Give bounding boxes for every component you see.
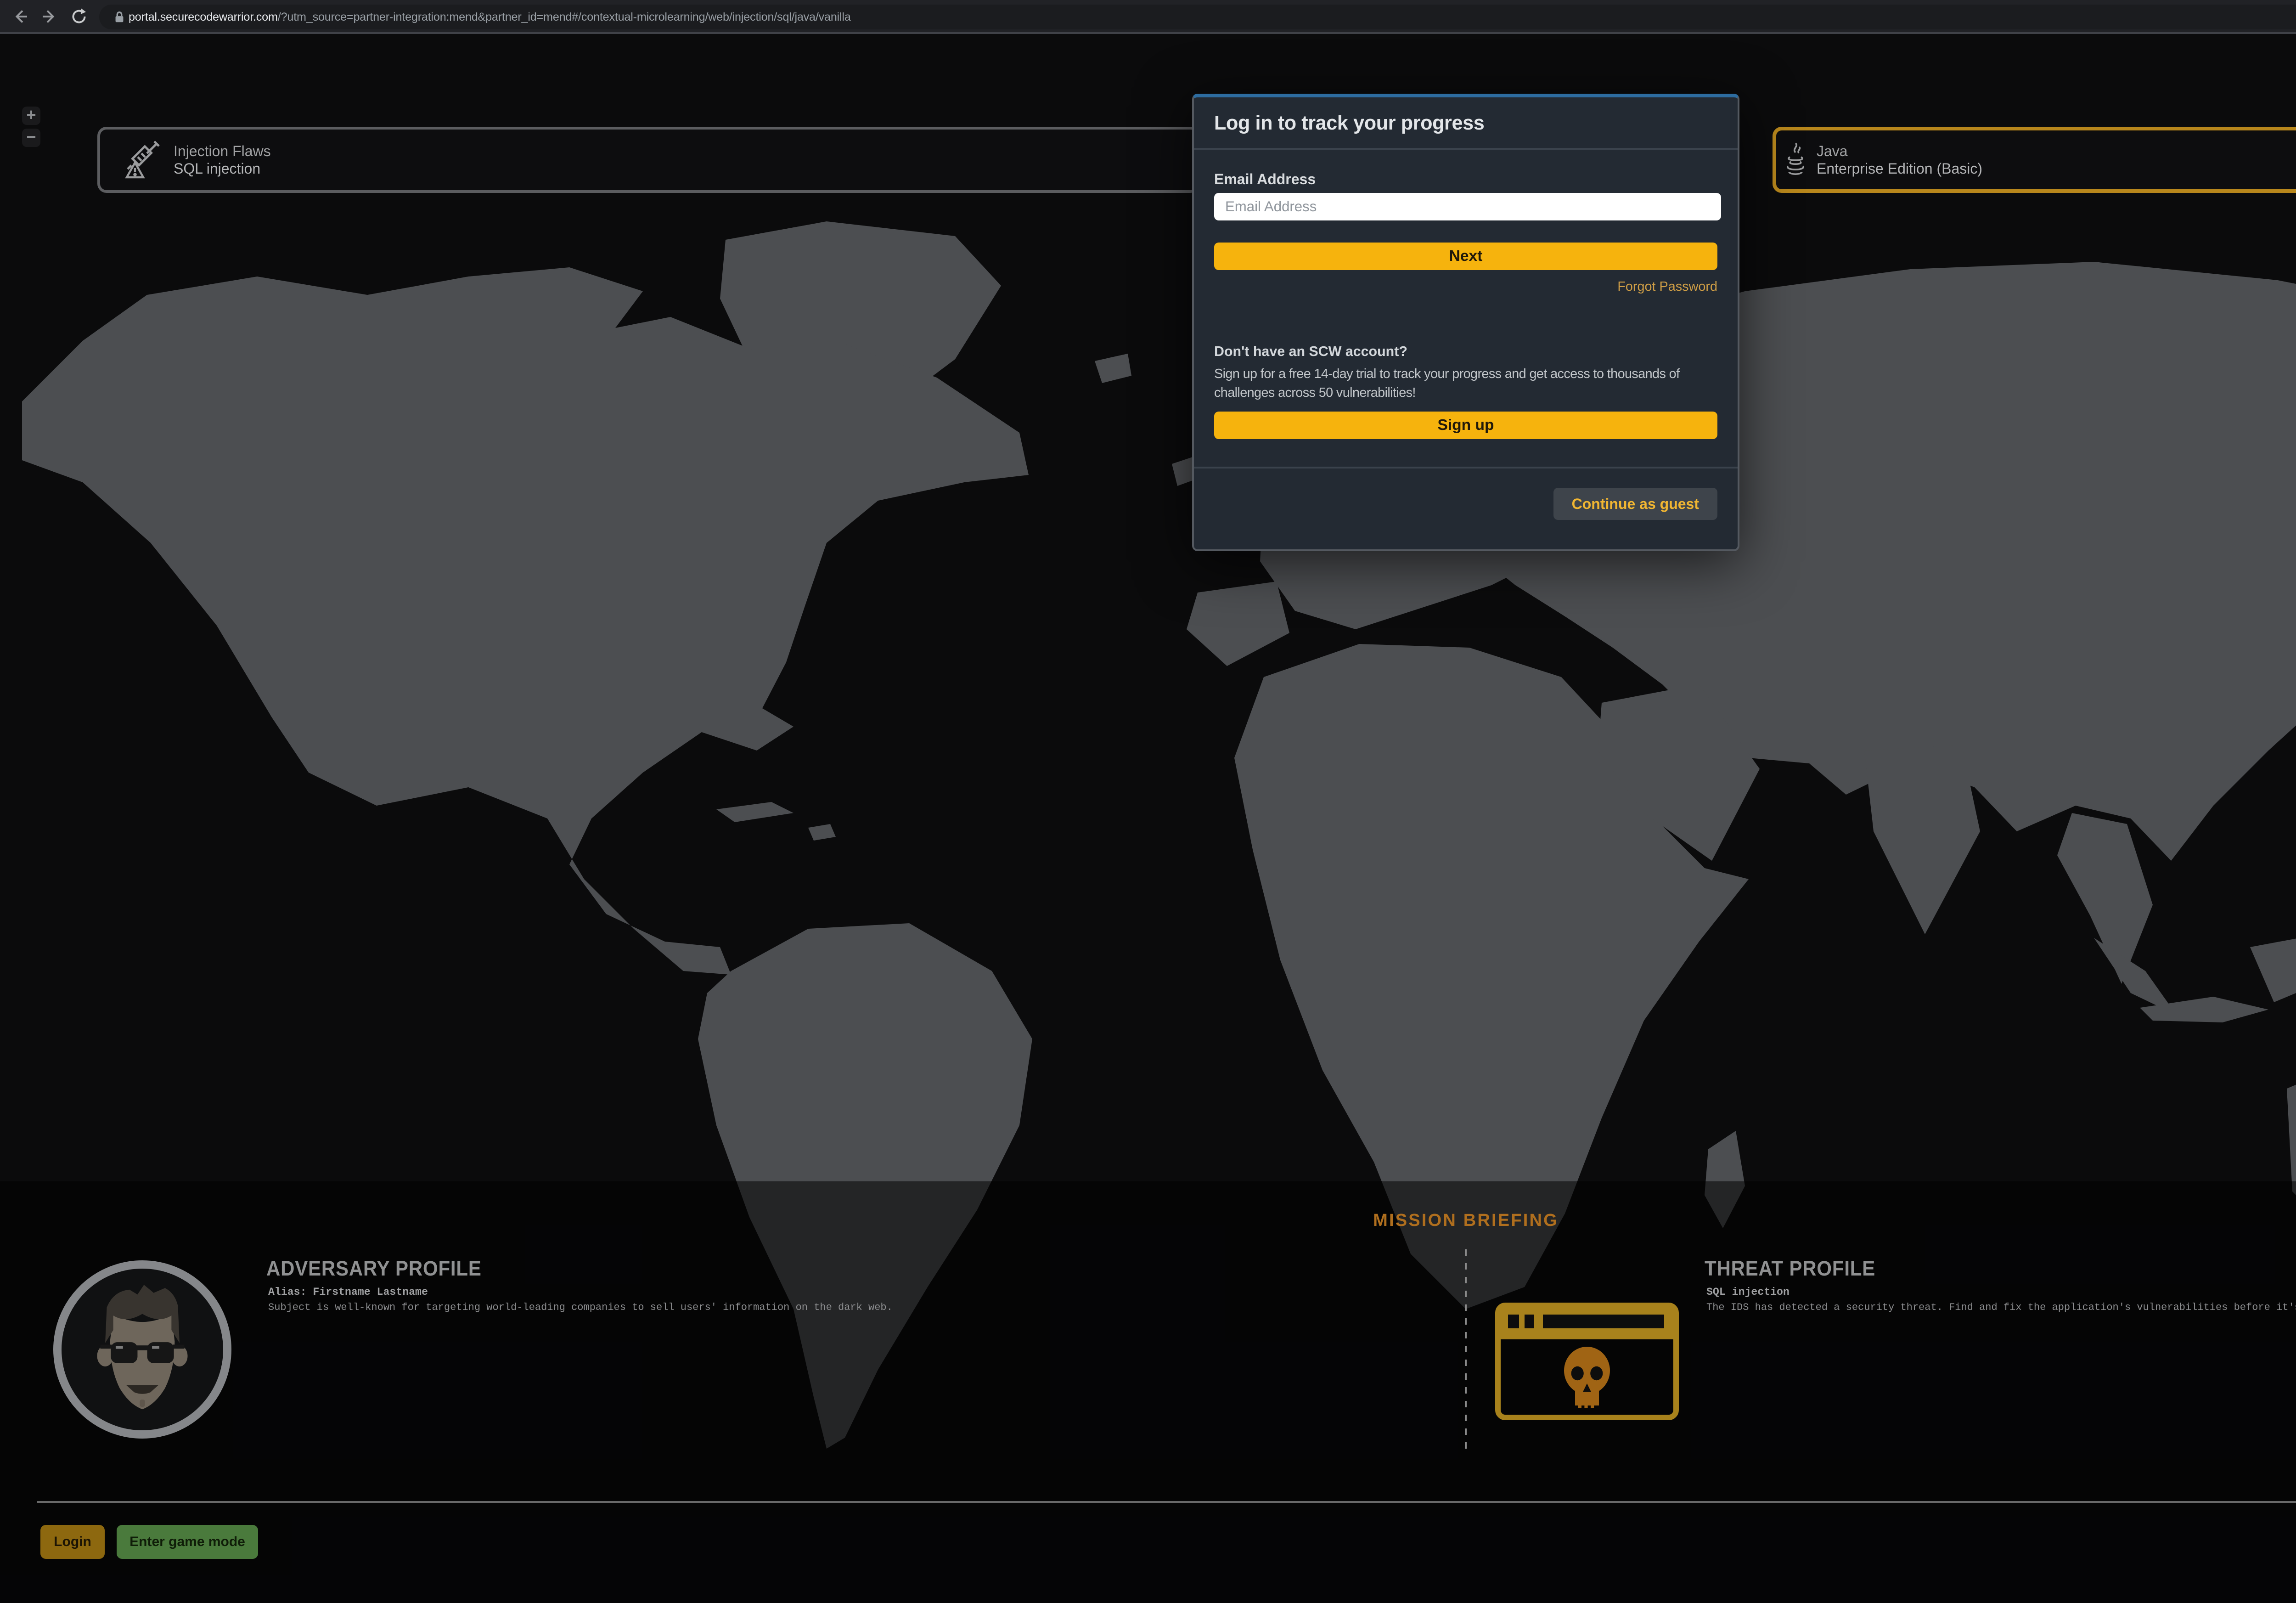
briefing-section-shade bbox=[0, 1181, 2296, 1603]
java-icon bbox=[1785, 141, 1806, 178]
lock-icon[interactable] bbox=[108, 6, 130, 28]
adversary-heading: ADVERSARY PROFILE bbox=[266, 1257, 482, 1281]
map-zoom-out-button[interactable]: − bbox=[22, 129, 40, 147]
forward-icon[interactable] bbox=[39, 6, 61, 28]
email-input[interactable] bbox=[1214, 193, 1721, 220]
language-name: Java bbox=[1817, 142, 1982, 160]
adversary-alias: Alias: Firstname Lastname bbox=[268, 1286, 428, 1298]
signup-text: Sign up for a free 14-day trial to track… bbox=[1214, 365, 1721, 402]
map-zoom-in-button[interactable]: + bbox=[22, 107, 40, 125]
threat-description: The IDS has detected a security threat. … bbox=[1706, 1302, 2296, 1313]
email-label: Email Address bbox=[1214, 171, 1316, 188]
briefing-divider bbox=[1465, 1249, 1467, 1453]
language-selector-panel[interactable]: Java Enterprise Edition (Basic) REMEMBER… bbox=[1773, 127, 2296, 193]
back-icon[interactable] bbox=[9, 6, 31, 28]
language-edition: Enterprise Edition (Basic) bbox=[1817, 160, 1982, 177]
signup-button[interactable]: Sign up bbox=[1214, 412, 1717, 439]
signup-heading: Don't have an SCW account? bbox=[1214, 344, 1407, 360]
enter-game-mode-button[interactable]: Enter game mode bbox=[117, 1525, 258, 1559]
url-text: portal.securecodewarrior.com/?utm_source… bbox=[129, 11, 851, 24]
threat-name: SQL injection bbox=[1706, 1286, 1790, 1298]
url-path: /?utm_source=partner-integration:mend&pa… bbox=[278, 11, 851, 23]
modal-title: Log in to track your progress bbox=[1214, 112, 1484, 135]
modal-header: Log in to track your progress bbox=[1194, 97, 1738, 150]
syringe-icon bbox=[124, 140, 161, 180]
hacked-site-icon bbox=[1495, 1303, 1679, 1427]
mission-briefing-title: MISSION BRIEFING bbox=[0, 1211, 2296, 1230]
quest-panel[interactable]: Injection Flaws SQL injection bbox=[97, 127, 1199, 193]
footer-divider bbox=[37, 1501, 2296, 1503]
adversary-avatar bbox=[53, 1260, 231, 1439]
adversary-description: Subject is well-known for targeting worl… bbox=[268, 1302, 893, 1313]
login-button[interactable]: Login bbox=[40, 1525, 105, 1559]
quest-category: Injection Flaws bbox=[174, 142, 271, 160]
next-button[interactable]: Next bbox=[1214, 243, 1717, 270]
threat-heading: THREAT PROFILE bbox=[1705, 1257, 1875, 1281]
browser-toolbar: portal.securecodewarrior.com/?utm_source… bbox=[0, 0, 2296, 34]
login-modal: Log in to track your progress Email Addr… bbox=[1192, 94, 1739, 551]
modal-footer-divider bbox=[1194, 467, 1738, 468]
forgot-password-link[interactable]: Forgot Password bbox=[1617, 279, 1717, 294]
screen: portal.securecodewarrior.com/?utm_source… bbox=[0, 0, 2296, 1603]
refresh-icon[interactable] bbox=[68, 6, 90, 28]
continue-as-guest-button[interactable]: Continue as guest bbox=[1553, 488, 1717, 520]
quest-name: SQL injection bbox=[174, 160, 271, 177]
url-bar[interactable]: portal.securecodewarrior.com/?utm_source… bbox=[99, 5, 2296, 29]
url-domain: portal.securecodewarrior.com bbox=[129, 11, 278, 23]
